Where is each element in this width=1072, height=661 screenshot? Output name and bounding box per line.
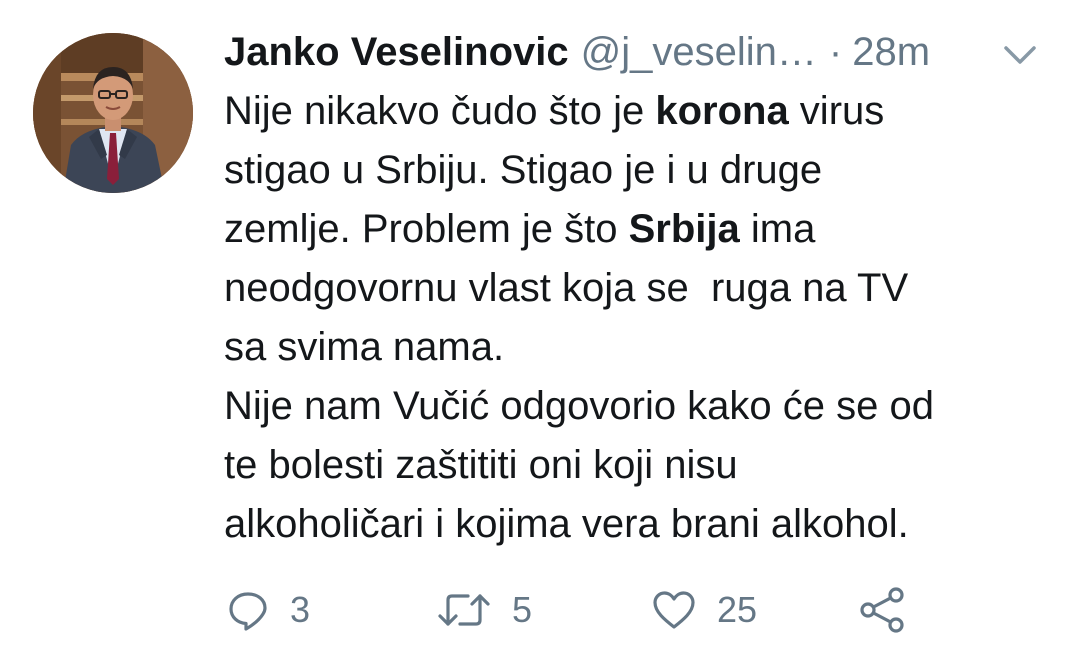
author-handle[interactable]: @j_veselin… xyxy=(581,26,817,78)
tweet-text-line: Nije nikakvo čudo što je korona virus xyxy=(224,82,1044,141)
chevron-down-icon[interactable] xyxy=(1000,40,1040,70)
tweet-text-line: te bolesti zaštititi oni koji nisu xyxy=(224,436,1044,495)
share-icon xyxy=(858,586,908,634)
tweet-actions: 3 5 25 xyxy=(226,585,926,635)
tweet-card: Janko Veselinovic @j_veselin… · 28m Nije… xyxy=(0,0,1072,661)
tweet-text-segment: Nije nam Vučić odgovorio kako će se od xyxy=(224,384,934,428)
tweet-text-segment: sa svima nama. xyxy=(224,325,505,369)
tweet-text-keyword: Srbija xyxy=(628,207,740,251)
retweet-count: 5 xyxy=(512,589,533,630)
reply-count: 3 xyxy=(290,589,311,630)
heart-icon xyxy=(651,588,697,632)
tweet-text-line: stigao u Srbiju. Stigao je i u druge xyxy=(224,141,1044,200)
tweet-text-segment: zemlje. Problem je što xyxy=(224,207,629,251)
tweet-text-segment: stigao u Srbiju. Stigao je i u druge xyxy=(224,148,823,192)
tweet-text-line: Nije nam Vučić odgovorio kako će se od xyxy=(224,377,1044,436)
tweet-text-segment: virus xyxy=(788,89,885,133)
tweet-text-line: sa svima nama. xyxy=(224,318,1044,377)
reply-button[interactable]: 3 xyxy=(226,585,310,635)
tweet-header: Janko Veselinovic @j_veselin… · 28m xyxy=(224,26,930,78)
tweet-text: Nije nikakvo čudo što je korona virus sti… xyxy=(224,82,1044,554)
tweet-text-segment: alkoholičari i kojima vera brani alkohol… xyxy=(224,502,909,546)
reply-icon xyxy=(226,588,270,632)
like-count: 25 xyxy=(717,589,758,630)
tweet-text-keyword: korona xyxy=(655,89,789,133)
author-name[interactable]: Janko Veselinovic xyxy=(224,26,569,78)
tweet-text-line: zemlje. Problem je što Srbija ima xyxy=(224,200,1044,259)
timestamp[interactable]: 28m xyxy=(852,26,930,78)
tweet-text-segment: neodgovornu vlast koja se ruga na TV xyxy=(224,266,909,310)
share-button[interactable] xyxy=(858,585,908,635)
retweet-icon xyxy=(436,588,492,632)
avatar[interactable] xyxy=(33,33,193,193)
tweet-text-segment: Nije nikakvo čudo što je xyxy=(224,89,656,133)
separator-dot: · xyxy=(828,30,843,74)
like-button[interactable]: 25 xyxy=(651,585,757,635)
tweet-text-line: alkoholičari i kojima vera brani alkohol… xyxy=(224,495,1044,554)
tweet-text-segment: ima xyxy=(739,207,816,251)
tweet-text-segment: te bolesti zaštititi oni koji nisu xyxy=(224,443,738,487)
retweet-button[interactable]: 5 xyxy=(436,585,532,635)
tweet-text-line: neodgovornu vlast koja se ruga na TV xyxy=(224,259,1044,318)
